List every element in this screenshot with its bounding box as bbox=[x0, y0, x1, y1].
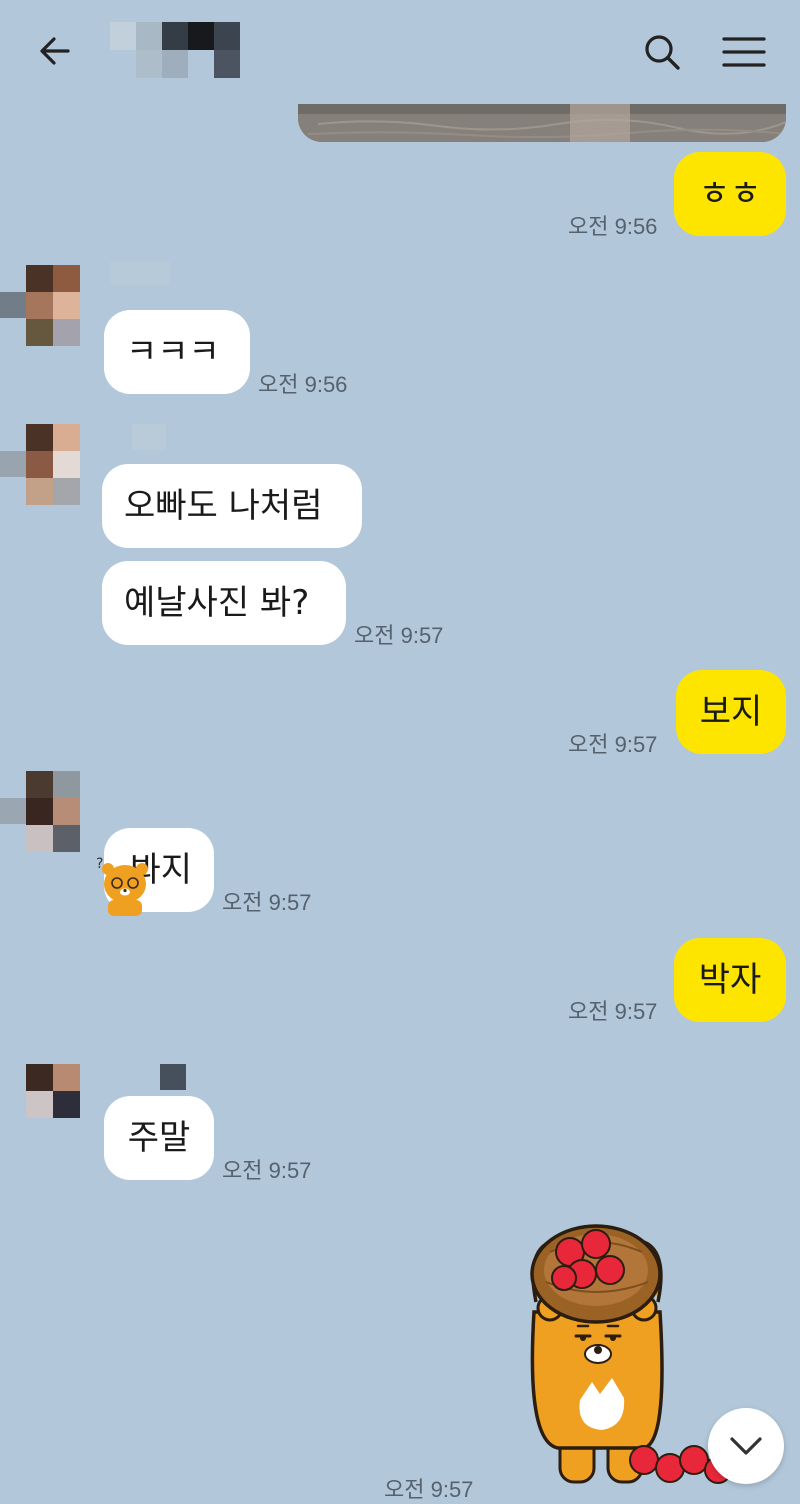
message-bubble-in[interactable]: 주말 bbox=[104, 1096, 214, 1180]
image-message[interactable] bbox=[298, 104, 786, 142]
ryan-emoticon: ? bbox=[96, 852, 152, 916]
sender-avatar[interactable] bbox=[26, 1064, 80, 1118]
message-text: 주말 bbox=[127, 1118, 191, 1158]
message-time: 오전 9:57 bbox=[222, 1158, 312, 1183]
sender-avatar[interactable] bbox=[26, 265, 80, 346]
sender-name-pixelated bbox=[160, 1064, 186, 1090]
message-bubble-in[interactable]: 오빠도 나처럼 bbox=[102, 464, 362, 548]
message-text: 박자 bbox=[698, 960, 762, 1000]
message-time: 오전 9:57 bbox=[222, 890, 312, 915]
arrow-left-icon bbox=[40, 37, 70, 65]
hamburger-menu-icon bbox=[722, 37, 766, 67]
message-time: 오전 9:56 bbox=[568, 214, 658, 239]
sender-name-pixelated bbox=[132, 424, 166, 450]
chevron-down-icon bbox=[730, 1437, 762, 1455]
message-bubble-in[interactable]: 예날사진 봐? bbox=[102, 561, 346, 645]
message-time: 오전 9:57 bbox=[384, 1477, 474, 1502]
message-bubble-out[interactable]: 보지 bbox=[676, 670, 786, 754]
sender-avatar[interactable] bbox=[26, 771, 80, 852]
back-button[interactable] bbox=[28, 28, 82, 74]
message-time: 오전 9:56 bbox=[258, 372, 348, 397]
message-bubble-in[interactable]: ㅋㅋㅋ bbox=[104, 310, 250, 394]
search-button[interactable] bbox=[636, 26, 688, 78]
menu-button[interactable] bbox=[716, 26, 772, 78]
search-icon bbox=[645, 35, 680, 70]
message-text: ㅎㅎ bbox=[698, 174, 762, 214]
message-bubble-out[interactable]: 박자 bbox=[674, 938, 786, 1022]
message-time: 오전 9:57 bbox=[568, 732, 658, 757]
message-text: 보지 bbox=[699, 692, 763, 732]
message-text: 예날사진 봐? bbox=[124, 583, 310, 623]
message-bubble-out[interactable]: ㅎㅎ bbox=[674, 152, 786, 236]
sender-avatar[interactable] bbox=[26, 424, 80, 505]
avatar-pixel-edge bbox=[0, 798, 26, 824]
chat-title-pixelated bbox=[110, 22, 240, 78]
scroll-to-bottom-button[interactable] bbox=[708, 1408, 784, 1484]
message-text: ㅋㅋㅋ bbox=[126, 332, 220, 372]
avatar-pixel-edge bbox=[0, 292, 26, 318]
avatar-pixel-edge bbox=[0, 451, 26, 477]
message-time: 오전 9:57 bbox=[568, 999, 658, 1024]
sender-name-pixelated bbox=[110, 262, 170, 286]
message-time: 오전 9:57 bbox=[354, 623, 444, 648]
photo-thumbnail bbox=[298, 104, 786, 142]
message-text: 오빠도 나처럼 bbox=[124, 486, 323, 526]
